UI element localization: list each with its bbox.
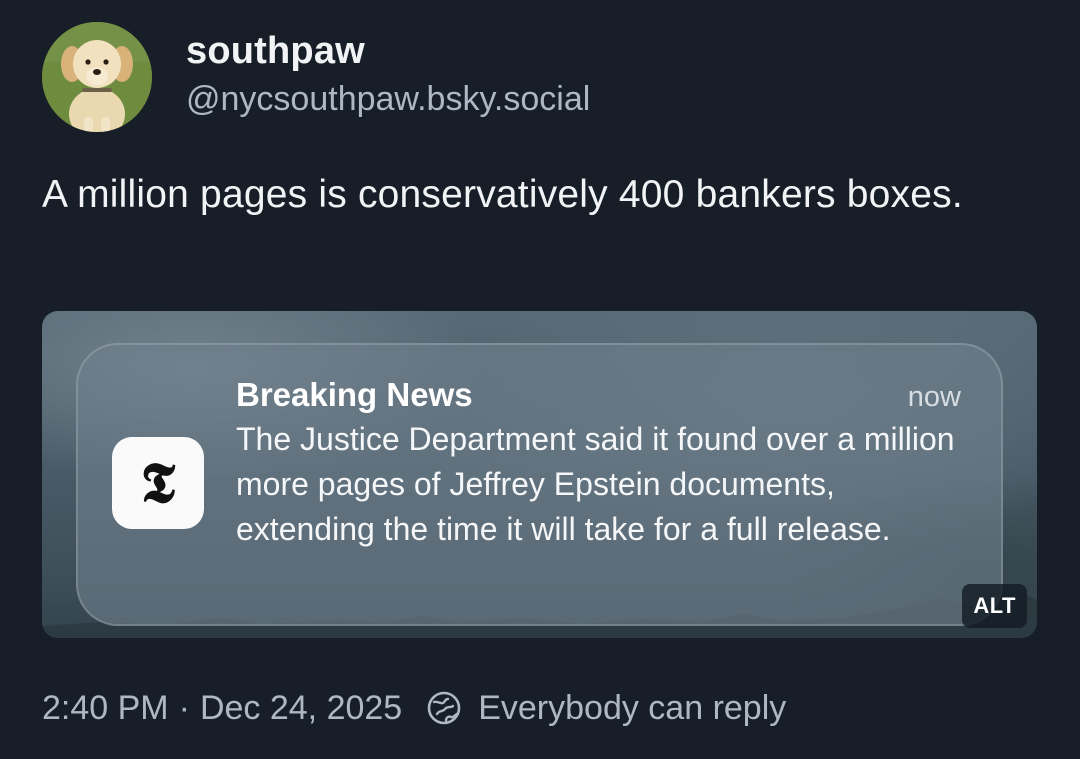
avatar[interactable] [42, 22, 152, 132]
puppy-avatar-image [42, 22, 152, 132]
earth-globe-icon [427, 691, 461, 725]
notification-body: The Justice Department said it found ove… [236, 421, 955, 547]
nyt-t-logo-icon: 𝕿 [140, 450, 176, 516]
post-view: southpaw @nycsouthpaw.bsky.social A mill… [0, 0, 1080, 759]
post-header: southpaw @nycsouthpaw.bsky.social [42, 22, 590, 132]
reply-setting-label: Everybody can reply [478, 689, 787, 727]
notification-time: now [907, 381, 961, 413]
reply-setting[interactable]: Everybody can reply [426, 684, 786, 732]
alt-text-button[interactable]: ALT [962, 584, 1027, 628]
post-footer: 2:40 PM · Dec 24, 2025 Everybody can rep… [42, 684, 786, 732]
post-date: Dec 24, 2025 [199, 689, 403, 727]
notification-card[interactable]: 𝕿 Breaking News now The Justice Departme… [76, 343, 1003, 626]
author-names: southpaw @nycsouthpaw.bsky.social [186, 27, 590, 121]
post-time: 2:40 PM [42, 689, 169, 727]
nyt-app-icon: 𝕿 [112, 437, 204, 529]
author-handle[interactable]: @nycsouthpaw.bsky.social [186, 77, 590, 121]
notification-title: Breaking News [236, 376, 473, 413]
author-display-name[interactable]: southpaw [186, 27, 590, 75]
image-embed[interactable]: 𝕿 Breaking News now The Justice Departme… [42, 311, 1037, 638]
separator: · [178, 689, 190, 727]
post-text: A million pages is conservatively 400 ba… [42, 173, 963, 216]
